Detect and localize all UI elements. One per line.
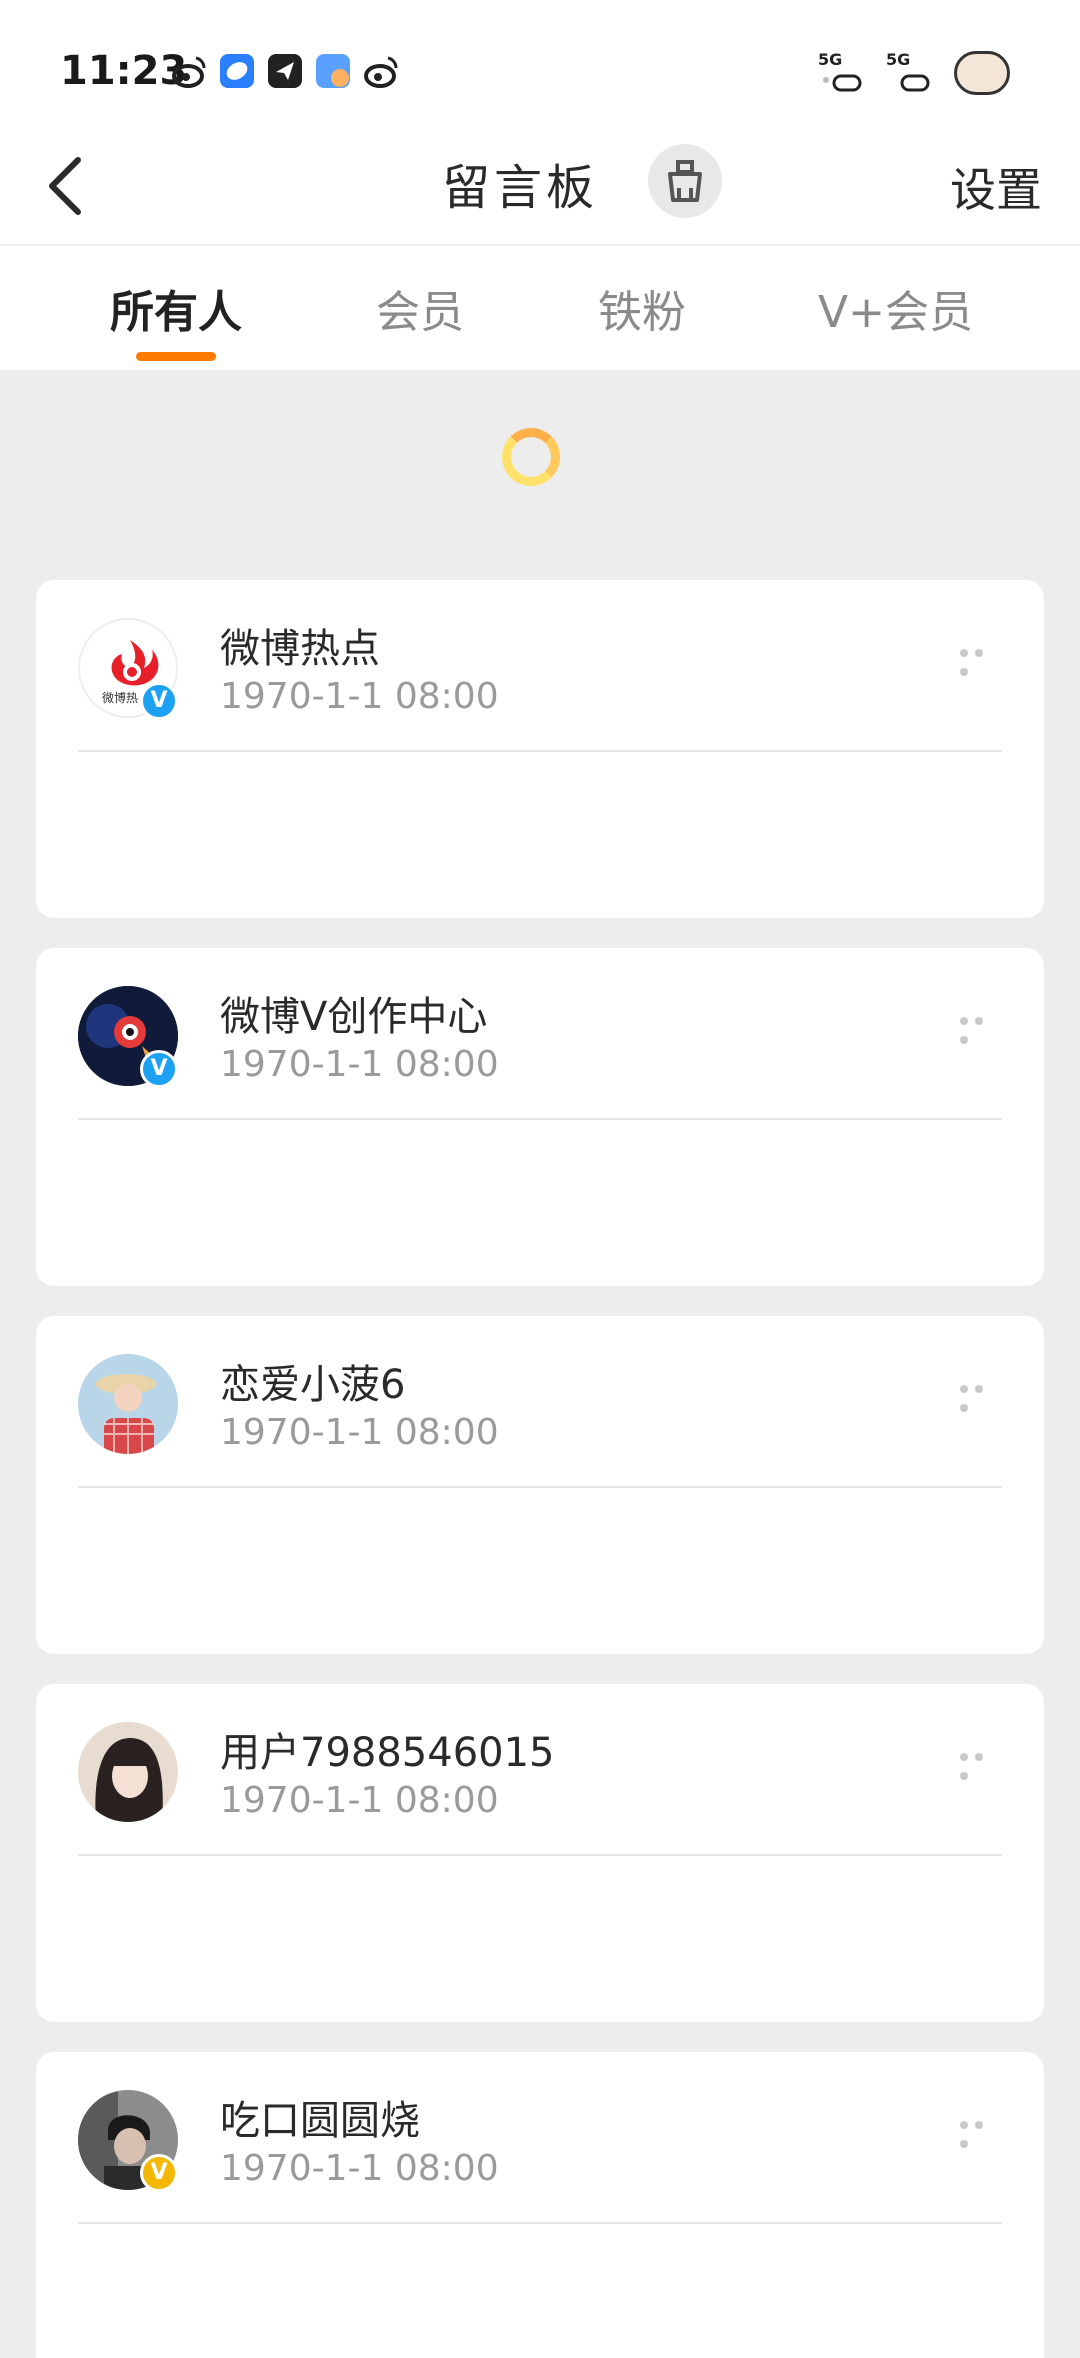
sender-name[interactable]: 恋爱小菠6 (220, 1352, 405, 1410)
clear-button[interactable] (648, 144, 722, 218)
notification-icons (170, 52, 400, 96)
dot-icon (975, 1017, 983, 1025)
send-app-icon (266, 52, 304, 90)
status-right: 5G 5G (818, 50, 1010, 96)
avatar[interactable] (78, 1354, 178, 1454)
divider (78, 750, 1002, 752)
avatar[interactable] (78, 1722, 178, 1822)
signal-icon: 5G (886, 50, 934, 96)
dot-icon (975, 2121, 983, 2129)
weibo-icon (362, 52, 400, 90)
message-date: 1970-1-1 08:00 (220, 1044, 499, 1085)
dot-icon (960, 1772, 968, 1780)
chat-app-icon (218, 52, 256, 90)
user-photo-icon (78, 1354, 178, 1454)
page-title-wrap: 留言板 (0, 148, 1080, 218)
message-card[interactable]: 恋爱小菠6 1970-1-1 08:00 (36, 1316, 1044, 1654)
verified-badge: V (140, 682, 178, 720)
battery-icon (954, 51, 1010, 95)
more-options-button[interactable] (960, 1378, 1004, 1412)
dot-icon (960, 649, 968, 657)
verified-badge: V (140, 1050, 178, 1088)
sender-name[interactable]: 吃口圆圆烧 (220, 2088, 420, 2146)
dot-icon (960, 2140, 968, 2148)
gallery-app-icon (314, 52, 352, 90)
status-bar: 11:23 5G 5G (0, 0, 1080, 130)
tab-iron-fans[interactable]: 铁粉 (598, 276, 686, 340)
broom-icon (668, 160, 702, 202)
active-tab-indicator (136, 352, 216, 361)
message-card[interactable]: 微博热 V 微博热点 1970-1-1 08:00 (36, 580, 1044, 918)
tab-bar: 所有人 会员 铁粉 V+会员 (0, 246, 1080, 370)
dot-icon (960, 1404, 968, 1412)
more-options-button[interactable] (960, 2114, 1004, 2148)
divider (78, 1854, 1002, 1856)
message-date: 1970-1-1 08:00 (220, 1780, 499, 1821)
dot-icon (960, 668, 968, 676)
dot-icon (960, 1017, 968, 1025)
tab-all[interactable]: 所有人 (110, 276, 242, 340)
sender-name[interactable]: 微博V创作中心 (220, 984, 487, 1042)
sender-name[interactable]: 微博热点 (220, 616, 380, 674)
sender-name[interactable]: 用户7988546015 (220, 1720, 555, 1778)
dot-icon (975, 649, 983, 657)
message-date: 1970-1-1 08:00 (220, 1412, 499, 1453)
user-photo-icon (78, 1722, 178, 1822)
page-title: 留言板 (441, 160, 598, 216)
status-time: 11:23 (60, 48, 188, 94)
verified-badge: V (140, 2154, 178, 2192)
message-card[interactable]: 用户7988546015 1970-1-1 08:00 (36, 1684, 1044, 2022)
more-options-button[interactable] (960, 642, 1004, 676)
message-card[interactable]: V 微博V创作中心 1970-1-1 08:00 (36, 948, 1044, 1286)
more-options-button[interactable] (960, 1746, 1004, 1780)
divider (78, 1486, 1002, 1488)
loading-spinner (502, 428, 560, 486)
dot-icon (960, 2121, 968, 2129)
tab-members[interactable]: 会员 (376, 276, 464, 340)
dot-icon (960, 1036, 968, 1044)
divider (78, 2222, 1002, 2224)
dot-icon (960, 1753, 968, 1761)
more-options-button[interactable] (960, 1010, 1004, 1044)
header: 11:23 5G 5G 留言板 设置 所有人 会员 铁粉 V+会员 (0, 0, 1080, 370)
tab-vplus-members[interactable]: V+会员 (818, 276, 973, 340)
avatar-caption: 微博热 (102, 690, 138, 705)
message-date: 1970-1-1 08:00 (220, 676, 499, 717)
dot-icon (975, 1753, 983, 1761)
settings-button[interactable]: 设置 (950, 154, 1042, 220)
signal-icon: 5G (818, 50, 866, 96)
message-card[interactable]: V 吃口圆圆烧 1970-1-1 08:00 (36, 2052, 1044, 2358)
weibo-icon (170, 52, 208, 90)
dot-icon (960, 1385, 968, 1393)
nav-bar: 留言板 设置 (0, 130, 1080, 245)
dot-icon (975, 1385, 983, 1393)
divider (78, 1118, 1002, 1120)
message-date: 1970-1-1 08:00 (220, 2148, 499, 2189)
